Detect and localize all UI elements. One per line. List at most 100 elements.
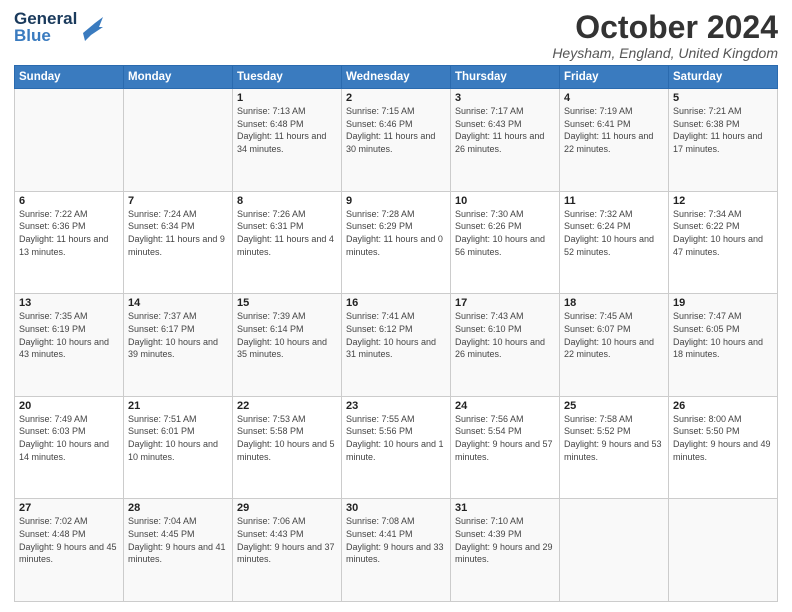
day-number: 7 — [128, 195, 228, 207]
location: Heysham, England, United Kingdom — [552, 45, 778, 61]
day-info: Sunrise: 7:26 AMSunset: 6:31 PMDaylight:… — [237, 208, 337, 258]
day-cell: 26Sunrise: 8:00 AMSunset: 5:50 PMDayligh… — [669, 396, 778, 499]
day-cell: 25Sunrise: 7:58 AMSunset: 5:52 PMDayligh… — [560, 396, 669, 499]
day-cell — [124, 89, 233, 192]
calendar-table: SundayMondayTuesdayWednesdayThursdayFrid… — [14, 65, 778, 602]
day-info: Sunrise: 7:47 AMSunset: 6:05 PMDaylight:… — [673, 310, 773, 360]
day-info: Sunrise: 7:08 AMSunset: 4:41 PMDaylight:… — [346, 515, 446, 565]
day-info: Sunrise: 7:34 AMSunset: 6:22 PMDaylight:… — [673, 208, 773, 258]
day-cell — [669, 499, 778, 602]
day-number: 28 — [128, 502, 228, 514]
day-info: Sunrise: 7:39 AMSunset: 6:14 PMDaylight:… — [237, 310, 337, 360]
day-cell: 24Sunrise: 7:56 AMSunset: 5:54 PMDayligh… — [451, 396, 560, 499]
day-cell: 27Sunrise: 7:02 AMSunset: 4:48 PMDayligh… — [15, 499, 124, 602]
day-number: 2 — [346, 92, 446, 104]
day-cell: 23Sunrise: 7:55 AMSunset: 5:56 PMDayligh… — [342, 396, 451, 499]
logo: General Blue — [14, 10, 103, 44]
week-row-5: 27Sunrise: 7:02 AMSunset: 4:48 PMDayligh… — [15, 499, 778, 602]
day-info: Sunrise: 7:55 AMSunset: 5:56 PMDaylight:… — [346, 413, 446, 463]
day-number: 16 — [346, 297, 446, 309]
day-number: 20 — [19, 400, 119, 412]
column-header-thursday: Thursday — [451, 66, 560, 89]
day-number: 8 — [237, 195, 337, 207]
day-cell: 31Sunrise: 7:10 AMSunset: 4:39 PMDayligh… — [451, 499, 560, 602]
column-header-friday: Friday — [560, 66, 669, 89]
column-header-tuesday: Tuesday — [233, 66, 342, 89]
day-number: 19 — [673, 297, 773, 309]
calendar-body: 1Sunrise: 7:13 AMSunset: 6:48 PMDaylight… — [15, 89, 778, 602]
day-cell: 17Sunrise: 7:43 AMSunset: 6:10 PMDayligh… — [451, 294, 560, 397]
day-number: 13 — [19, 297, 119, 309]
day-cell: 21Sunrise: 7:51 AMSunset: 6:01 PMDayligh… — [124, 396, 233, 499]
logo-blue: Blue — [14, 27, 77, 44]
day-number: 3 — [455, 92, 555, 104]
day-number: 4 — [564, 92, 664, 104]
day-number: 11 — [564, 195, 664, 207]
header: General Blue October 2024 Heysham, Engla… — [14, 10, 778, 61]
day-info: Sunrise: 7:56 AMSunset: 5:54 PMDaylight:… — [455, 413, 555, 463]
day-cell: 30Sunrise: 7:08 AMSunset: 4:41 PMDayligh… — [342, 499, 451, 602]
day-info: Sunrise: 7:45 AMSunset: 6:07 PMDaylight:… — [564, 310, 664, 360]
week-row-2: 6Sunrise: 7:22 AMSunset: 6:36 PMDaylight… — [15, 191, 778, 294]
day-number: 29 — [237, 502, 337, 514]
day-info: Sunrise: 8:00 AMSunset: 5:50 PMDaylight:… — [673, 413, 773, 463]
day-cell: 9Sunrise: 7:28 AMSunset: 6:29 PMDaylight… — [342, 191, 451, 294]
day-info: Sunrise: 7:13 AMSunset: 6:48 PMDaylight:… — [237, 105, 337, 155]
day-info: Sunrise: 7:41 AMSunset: 6:12 PMDaylight:… — [346, 310, 446, 360]
page: General Blue October 2024 Heysham, Engla… — [0, 0, 792, 612]
day-cell: 12Sunrise: 7:34 AMSunset: 6:22 PMDayligh… — [669, 191, 778, 294]
day-cell: 19Sunrise: 7:47 AMSunset: 6:05 PMDayligh… — [669, 294, 778, 397]
day-cell: 6Sunrise: 7:22 AMSunset: 6:36 PMDaylight… — [15, 191, 124, 294]
day-cell: 1Sunrise: 7:13 AMSunset: 6:48 PMDaylight… — [233, 89, 342, 192]
week-row-3: 13Sunrise: 7:35 AMSunset: 6:19 PMDayligh… — [15, 294, 778, 397]
day-cell: 16Sunrise: 7:41 AMSunset: 6:12 PMDayligh… — [342, 294, 451, 397]
day-info: Sunrise: 7:51 AMSunset: 6:01 PMDaylight:… — [128, 413, 228, 463]
day-number: 23 — [346, 400, 446, 412]
column-header-sunday: Sunday — [15, 66, 124, 89]
day-info: Sunrise: 7:24 AMSunset: 6:34 PMDaylight:… — [128, 208, 228, 258]
title-block: October 2024 Heysham, England, United Ki… — [552, 10, 778, 61]
day-number: 12 — [673, 195, 773, 207]
day-info: Sunrise: 7:35 AMSunset: 6:19 PMDaylight:… — [19, 310, 119, 360]
day-info: Sunrise: 7:32 AMSunset: 6:24 PMDaylight:… — [564, 208, 664, 258]
day-number: 22 — [237, 400, 337, 412]
day-info: Sunrise: 7:58 AMSunset: 5:52 PMDaylight:… — [564, 413, 664, 463]
day-cell: 14Sunrise: 7:37 AMSunset: 6:17 PMDayligh… — [124, 294, 233, 397]
day-number: 27 — [19, 502, 119, 514]
day-number: 25 — [564, 400, 664, 412]
day-number: 9 — [346, 195, 446, 207]
day-number: 18 — [564, 297, 664, 309]
day-number: 17 — [455, 297, 555, 309]
day-info: Sunrise: 7:28 AMSunset: 6:29 PMDaylight:… — [346, 208, 446, 258]
month-title: October 2024 — [552, 10, 778, 45]
day-cell: 8Sunrise: 7:26 AMSunset: 6:31 PMDaylight… — [233, 191, 342, 294]
day-number: 31 — [455, 502, 555, 514]
day-cell: 28Sunrise: 7:04 AMSunset: 4:45 PMDayligh… — [124, 499, 233, 602]
day-number: 24 — [455, 400, 555, 412]
header-row: SundayMondayTuesdayWednesdayThursdayFrid… — [15, 66, 778, 89]
column-header-monday: Monday — [124, 66, 233, 89]
day-cell: 13Sunrise: 7:35 AMSunset: 6:19 PMDayligh… — [15, 294, 124, 397]
day-info: Sunrise: 7:19 AMSunset: 6:41 PMDaylight:… — [564, 105, 664, 155]
day-info: Sunrise: 7:30 AMSunset: 6:26 PMDaylight:… — [455, 208, 555, 258]
day-number: 14 — [128, 297, 228, 309]
week-row-4: 20Sunrise: 7:49 AMSunset: 6:03 PMDayligh… — [15, 396, 778, 499]
day-info: Sunrise: 7:37 AMSunset: 6:17 PMDaylight:… — [128, 310, 228, 360]
day-info: Sunrise: 7:10 AMSunset: 4:39 PMDaylight:… — [455, 515, 555, 565]
day-cell: 10Sunrise: 7:30 AMSunset: 6:26 PMDayligh… — [451, 191, 560, 294]
day-info: Sunrise: 7:49 AMSunset: 6:03 PMDaylight:… — [19, 413, 119, 463]
column-header-wednesday: Wednesday — [342, 66, 451, 89]
day-info: Sunrise: 7:02 AMSunset: 4:48 PMDaylight:… — [19, 515, 119, 565]
day-cell: 2Sunrise: 7:15 AMSunset: 6:46 PMDaylight… — [342, 89, 451, 192]
day-cell — [15, 89, 124, 192]
day-number: 26 — [673, 400, 773, 412]
day-info: Sunrise: 7:17 AMSunset: 6:43 PMDaylight:… — [455, 105, 555, 155]
day-number: 5 — [673, 92, 773, 104]
day-number: 30 — [346, 502, 446, 514]
day-number: 10 — [455, 195, 555, 207]
logo-bird-icon — [81, 13, 103, 41]
day-cell: 4Sunrise: 7:19 AMSunset: 6:41 PMDaylight… — [560, 89, 669, 192]
day-number: 15 — [237, 297, 337, 309]
day-info: Sunrise: 7:21 AMSunset: 6:38 PMDaylight:… — [673, 105, 773, 155]
day-cell: 7Sunrise: 7:24 AMSunset: 6:34 PMDaylight… — [124, 191, 233, 294]
